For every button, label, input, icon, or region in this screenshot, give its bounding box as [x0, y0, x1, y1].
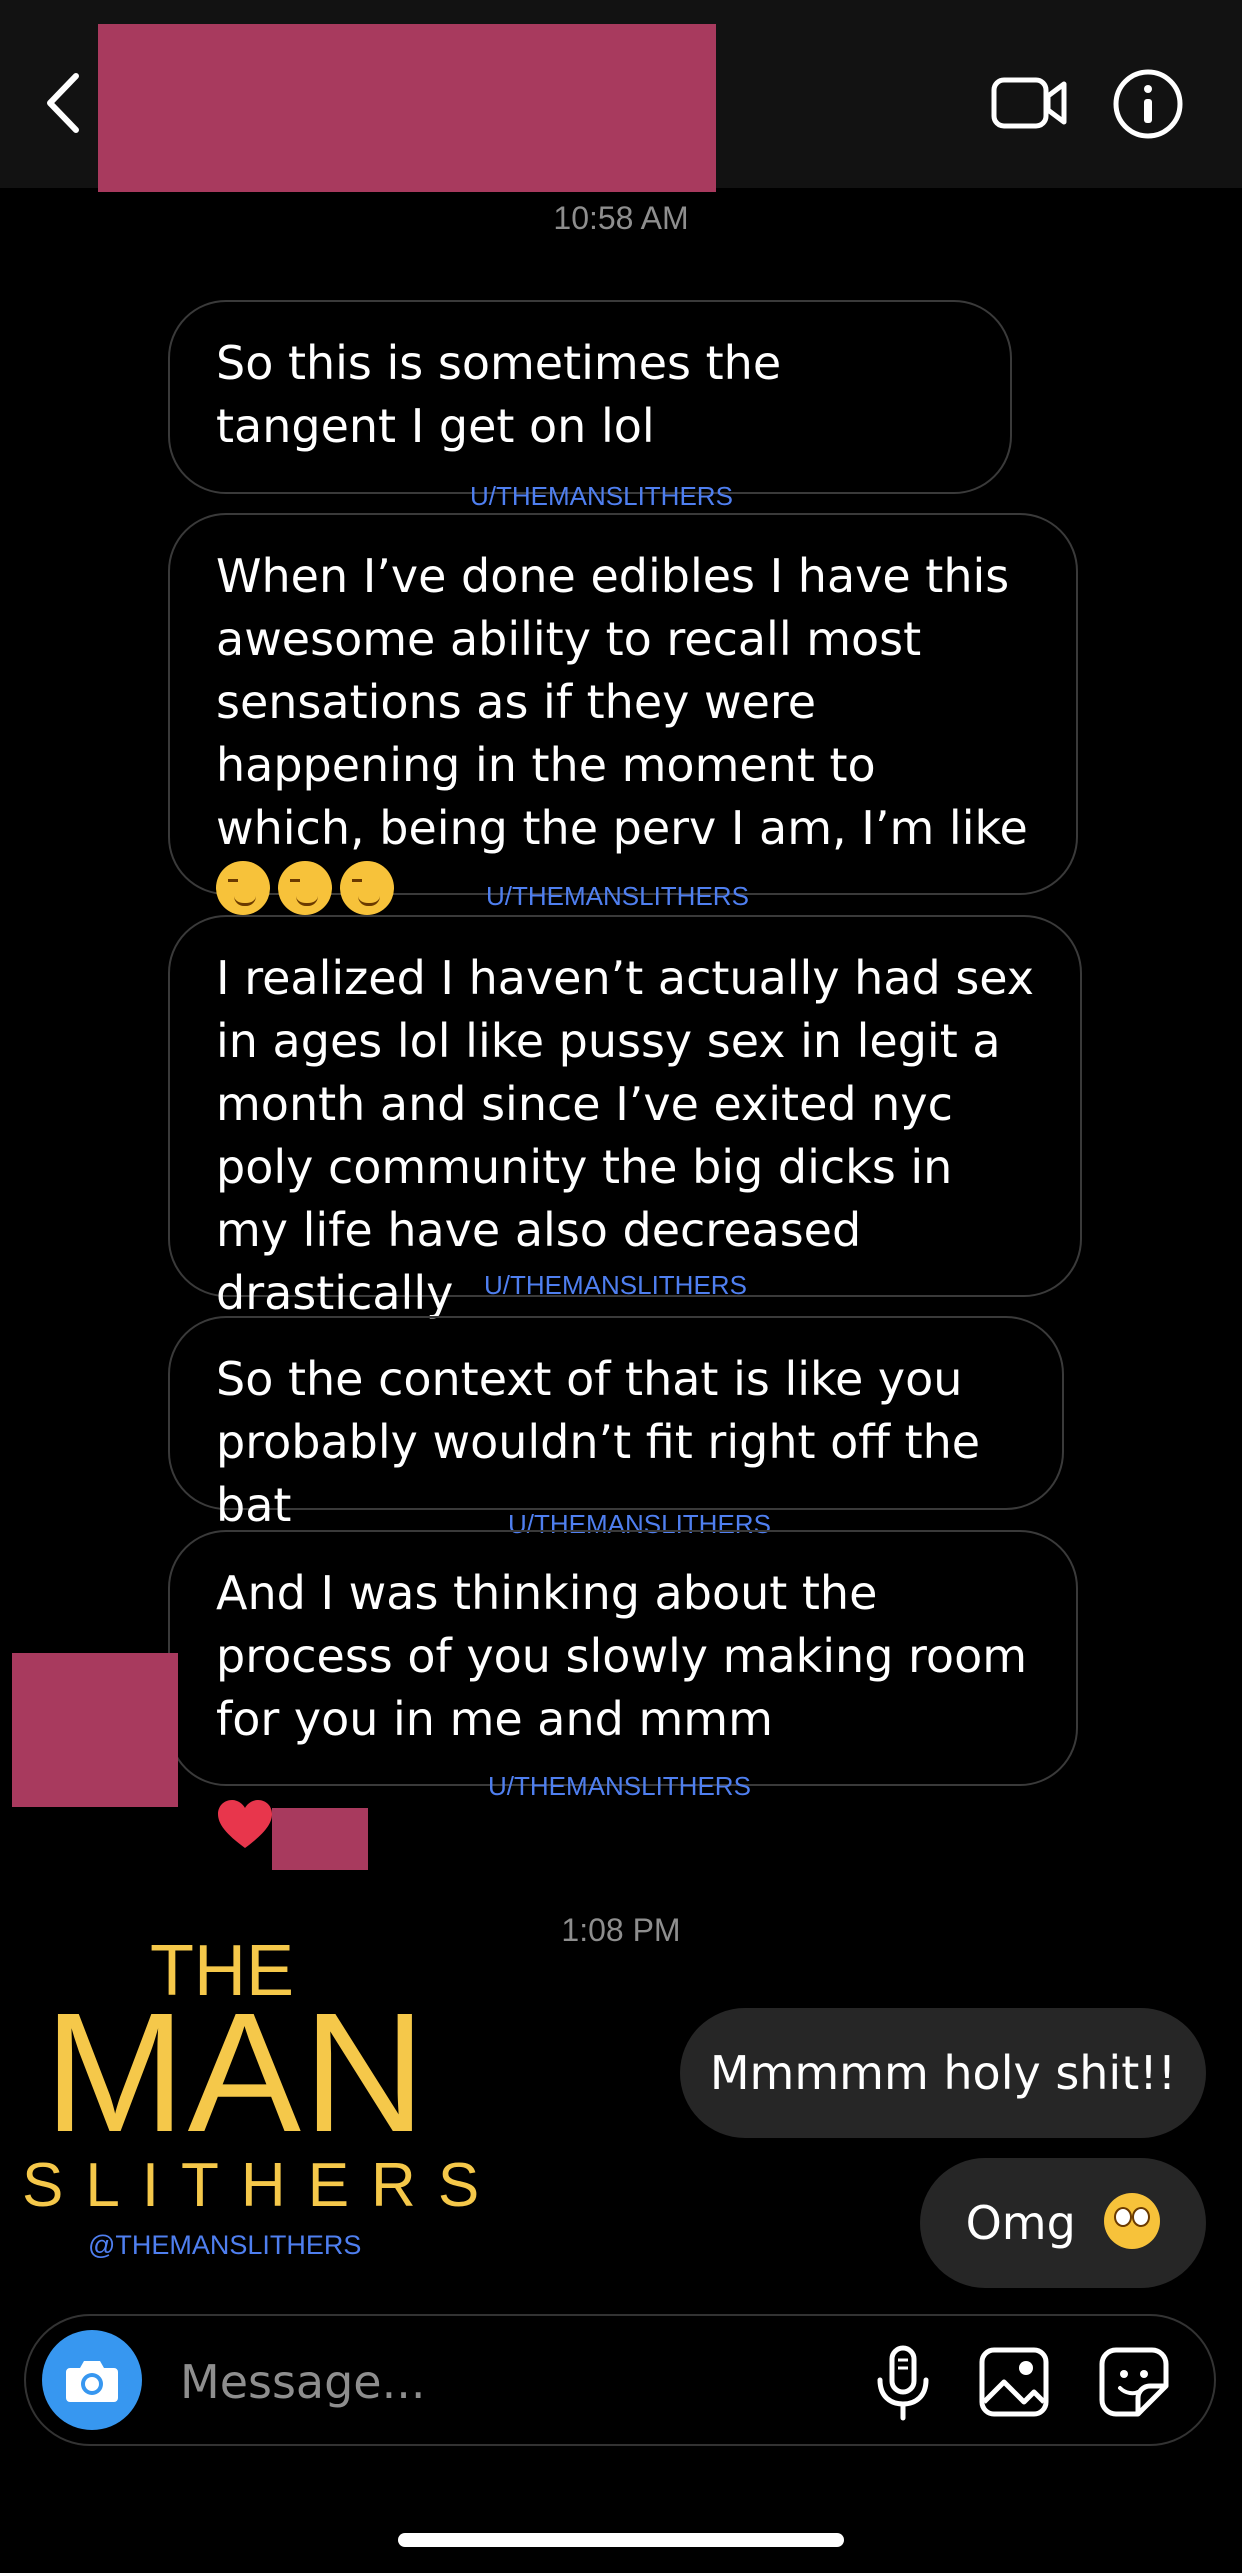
sender-avatar-redaction[interactable]	[12, 1653, 178, 1807]
message-input[interactable]	[178, 2346, 802, 2418]
incoming-message[interactable]: And I was thinking about the process of …	[168, 1530, 1078, 1786]
message-composer	[24, 2314, 1216, 2446]
gallery-icon[interactable]	[978, 2346, 1050, 2418]
incoming-message[interactable]: So this is sometimes the tangent I get o…	[168, 300, 1012, 494]
logo-line-man: MAN	[44, 1978, 428, 2168]
camera-icon	[66, 2361, 118, 2402]
contact-name-redaction[interactable]	[98, 24, 716, 192]
smirking-face-icon	[340, 861, 394, 915]
watermark-text: U/THEMANSLITHERS	[470, 481, 733, 511]
flushed-face-icon	[1104, 2193, 1161, 2249]
outgoing-message[interactable]: Omg	[920, 2158, 1206, 2288]
message-text: And I was thinking about the process of …	[216, 1566, 1028, 1746]
outgoing-message[interactable]: Mmmmm holy shit!!	[680, 2008, 1206, 2138]
smirking-face-icon	[216, 861, 270, 915]
chevron-left-icon[interactable]	[40, 70, 90, 136]
message-text: Omg	[965, 2196, 1076, 2250]
watermark-text: U/THEMANSLITHERS	[488, 1771, 751, 1801]
message-text: So the context of that is like you proba…	[216, 1352, 981, 1532]
microphone-icon[interactable]	[874, 2344, 932, 2422]
message-text: When I’ve done edibles I have this aweso…	[216, 549, 1028, 855]
video-call-icon[interactable]	[990, 70, 1070, 136]
heart-icon[interactable]	[216, 1798, 274, 1850]
watermark-text: U/THEMANSLITHERS	[484, 1270, 747, 1300]
message-text: I realized I haven’t actually had sex in…	[216, 951, 1035, 1320]
incoming-message[interactable]: When I’ve done edibles I have this aweso…	[168, 513, 1078, 915]
sticker-icon[interactable]	[1098, 2346, 1170, 2418]
logo-handle: @THEMANSLITHERS	[88, 2230, 362, 2260]
smirk-emoji-group	[216, 861, 402, 918]
reactor-avatar-redaction	[272, 1808, 368, 1870]
incoming-message[interactable]: I realized I haven’t actually had sex in…	[168, 915, 1082, 1320]
logo-line-slithers: SLITHERS	[22, 2151, 502, 2220]
smirking-face-icon	[278, 861, 332, 915]
message-text: So this is sometimes the tangent I get o…	[216, 336, 782, 453]
camera-button[interactable]	[42, 2330, 142, 2430]
chat-header	[0, 0, 1242, 192]
timestamp: 10:58 AM	[553, 200, 689, 236]
message-text: Mmmmm holy shit!!	[709, 2046, 1177, 2100]
home-indicator[interactable]	[398, 2533, 844, 2547]
info-icon[interactable]	[1112, 68, 1184, 140]
incoming-message[interactable]: So the context of that is like you proba…	[168, 1316, 1064, 1532]
watermark-text: U/THEMANSLITHERS	[486, 881, 749, 911]
